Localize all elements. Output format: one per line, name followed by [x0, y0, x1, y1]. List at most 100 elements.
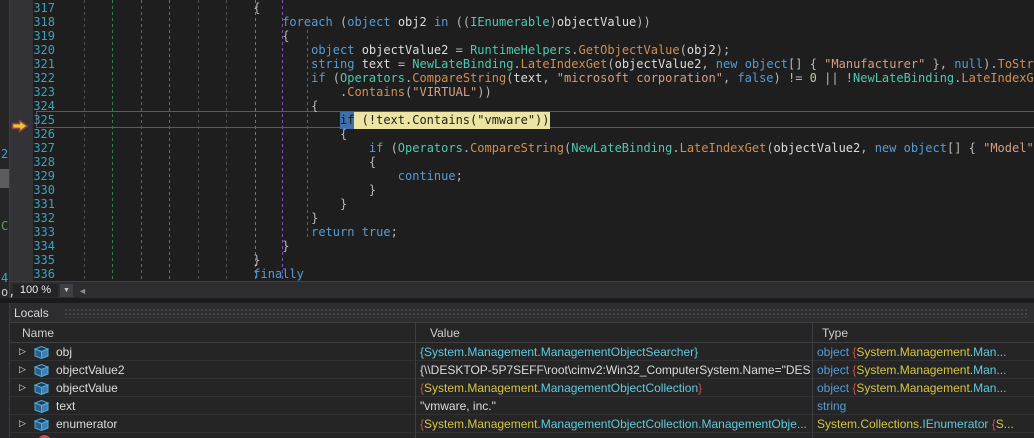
- token: }: [340, 197, 347, 211]
- code-line-333[interactable]: 333 return true;: [10, 225, 1034, 239]
- current-statement-arrow-icon[interactable]: [11, 119, 29, 133]
- code-line-325[interactable]: 325 if (!text.Contains("vmware")): [10, 113, 1034, 127]
- locals-panel: Locals Name Value Type ▷ obj {System.Manag…: [10, 303, 1034, 438]
- token: .: [463, 141, 470, 155]
- locals-row-enumerator[interactable]: ▷enumerator{System.Management.Management…: [10, 415, 1034, 433]
- token: [427, 15, 434, 29]
- scroll-left-button[interactable]: ◄: [78, 285, 87, 297]
- token: || !: [817, 71, 853, 85]
- token: }: [311, 211, 318, 225]
- column-header-value[interactable]: Value: [430, 326, 460, 340]
- token: "Manufacturer": [824, 57, 925, 71]
- variable-value[interactable]: {System.Management.ManagementObjectColle…: [420, 417, 810, 431]
- variable-name: objectValue2: [56, 363, 125, 377]
- expander-icon[interactable]: ▷: [19, 364, 26, 375]
- token: finally: [253, 267, 304, 281]
- variable-value[interactable]: {System.Management.ManagementObjectSearc…: [420, 345, 810, 359]
- code-line-335[interactable]: 335 }: [10, 253, 1034, 267]
- token: object: [817, 363, 849, 377]
- code-text: finally: [51, 267, 304, 281]
- code-text: if (Operators.CompareString(text, "micro…: [51, 71, 1034, 85]
- code-line-323[interactable]: 323 .Contains("VIRTUAL")): [10, 85, 1034, 99]
- code-line-327[interactable]: 327 if (Operators.CompareString(NewLateB…: [10, 141, 1034, 155]
- code-line-332[interactable]: 332 }: [10, 211, 1034, 225]
- token: }: [282, 239, 289, 253]
- token: (: [383, 141, 397, 155]
- token: object: [817, 345, 849, 359]
- code-line-324[interactable]: 324 {: [10, 99, 1034, 113]
- code-line-329[interactable]: 329 continue;: [10, 169, 1034, 183]
- token: [] {: [947, 141, 983, 155]
- code-line-328[interactable]: 328 {: [10, 155, 1034, 169]
- variable-value[interactable]: {System.Management.ManagementObjectColle…: [420, 381, 810, 395]
- code-line-334[interactable]: 334 }: [10, 239, 1034, 253]
- locals-row-objectValue[interactable]: ▷objectValue{System.Management.Managemen…: [10, 379, 1034, 397]
- locals-title: Locals: [14, 306, 49, 320]
- code-line-322[interactable]: 322 if (Operators.CompareString(text, "m…: [10, 71, 1034, 85]
- locals-row-text[interactable]: text"vmware, inc."string: [10, 397, 1034, 415]
- code-line-317[interactable]: 317 {: [10, 1, 1034, 15]
- token: null: [954, 57, 983, 71]
- token: in: [434, 15, 448, 29]
- variable-type: string: [817, 399, 1034, 413]
- expander-icon[interactable]: ▷: [19, 418, 26, 429]
- token: [] {: [788, 57, 824, 71]
- token: ,: [860, 141, 874, 155]
- token: ,: [723, 71, 737, 85]
- variable-cube-icon: [34, 400, 49, 416]
- code-text: {: [51, 1, 261, 15]
- locals-row-objectValue2[interactable]: ▷ objectValue2 {\\DESKTOP-5P7SEFF\root\cim…: [10, 361, 1034, 379]
- variable-cube-icon: [34, 364, 49, 380]
- token: object: [745, 57, 788, 71]
- clipped-text-fragment: 4: [1, 271, 8, 285]
- token: ): [550, 15, 557, 29]
- token: [896, 141, 903, 155]
- code-line-319[interactable]: 319 {: [10, 29, 1034, 43]
- code-text: if (!text.Contains("vmware")): [51, 113, 550, 127]
- variable-name: obj: [56, 345, 72, 359]
- column-resize-handle[interactable]: [415, 323, 416, 438]
- code-line-326[interactable]: 326 {: [10, 127, 1034, 141]
- token: {\\DESKTOP-5P7SEFF\root\cimv2:Win32_Comp…: [420, 363, 810, 377]
- locals-title-bar[interactable]: Locals: [10, 303, 1034, 323]
- variable-value[interactable]: {\\DESKTOP-5P7SEFF\root\cimv2:Win32_Comp…: [420, 363, 810, 377]
- expander-icon[interactable]: ▷: [19, 382, 26, 393]
- token: =: [391, 57, 413, 71]
- token: obj2: [687, 43, 716, 57]
- token: text: [362, 57, 391, 71]
- code-line-336[interactable]: 336 finally: [10, 267, 1034, 281]
- token: =: [448, 43, 470, 57]
- zoom-level-value[interactable]: 100 %: [13, 284, 58, 297]
- sliver-scrollbar-thumb[interactable]: [0, 169, 9, 188]
- token: [354, 43, 361, 57]
- code-text: string text = NewLateBinding.LateIndexGe…: [51, 57, 1034, 71]
- variable-value[interactable]: "vmware, inc.": [420, 399, 810, 413]
- token: new: [875, 141, 897, 155]
- column-resize-handle[interactable]: [812, 323, 813, 438]
- locals-row-obj[interactable]: ▷ obj {System.Management.ManagementObjectS…: [10, 343, 1034, 361]
- code-text: foreach (object obj2 in ((IEnumerable)ob…: [51, 15, 651, 29]
- column-header-name[interactable]: Name: [22, 326, 54, 340]
- token: LateIndexGet: [521, 57, 608, 71]
- code-line-321[interactable]: 321 string text = NewLateBinding.LateInd…: [10, 57, 1034, 71]
- token: object: [347, 15, 390, 29]
- drag-handle-dots[interactable]: [64, 308, 1028, 318]
- token: ManagementObjectCollection: [541, 381, 698, 395]
- code-text: if (Operators.CompareString(NewLateBindi…: [51, 141, 1034, 155]
- token: (: [766, 141, 773, 155]
- token: }: [253, 253, 260, 267]
- code-text: {: [51, 99, 318, 113]
- expander-icon[interactable]: ▷: [19, 346, 26, 357]
- column-header-type[interactable]: Type: [822, 326, 848, 340]
- token: false: [737, 71, 773, 85]
- code-line-320[interactable]: 320 object objectValue2 = RuntimeHelpers…: [10, 43, 1034, 57]
- zoom-dropdown-button[interactable]: ▼: [60, 284, 73, 297]
- code-line-330[interactable]: 330 }: [10, 183, 1034, 197]
- code-line-318[interactable]: 318 foreach (object obj2 in ((IEnumerabl…: [10, 15, 1034, 29]
- token: true: [362, 225, 391, 239]
- code-line-331[interactable]: 331 }: [10, 197, 1034, 211]
- token: return: [311, 225, 354, 239]
- variable-type: System.Collections.IEnumerator {S...: [817, 417, 1034, 431]
- locals-column-header: Name Value Type: [10, 323, 1034, 343]
- code-editor[interactable]: 317 {318 foreach (object obj2 in ((IEnum…: [10, 0, 1034, 281]
